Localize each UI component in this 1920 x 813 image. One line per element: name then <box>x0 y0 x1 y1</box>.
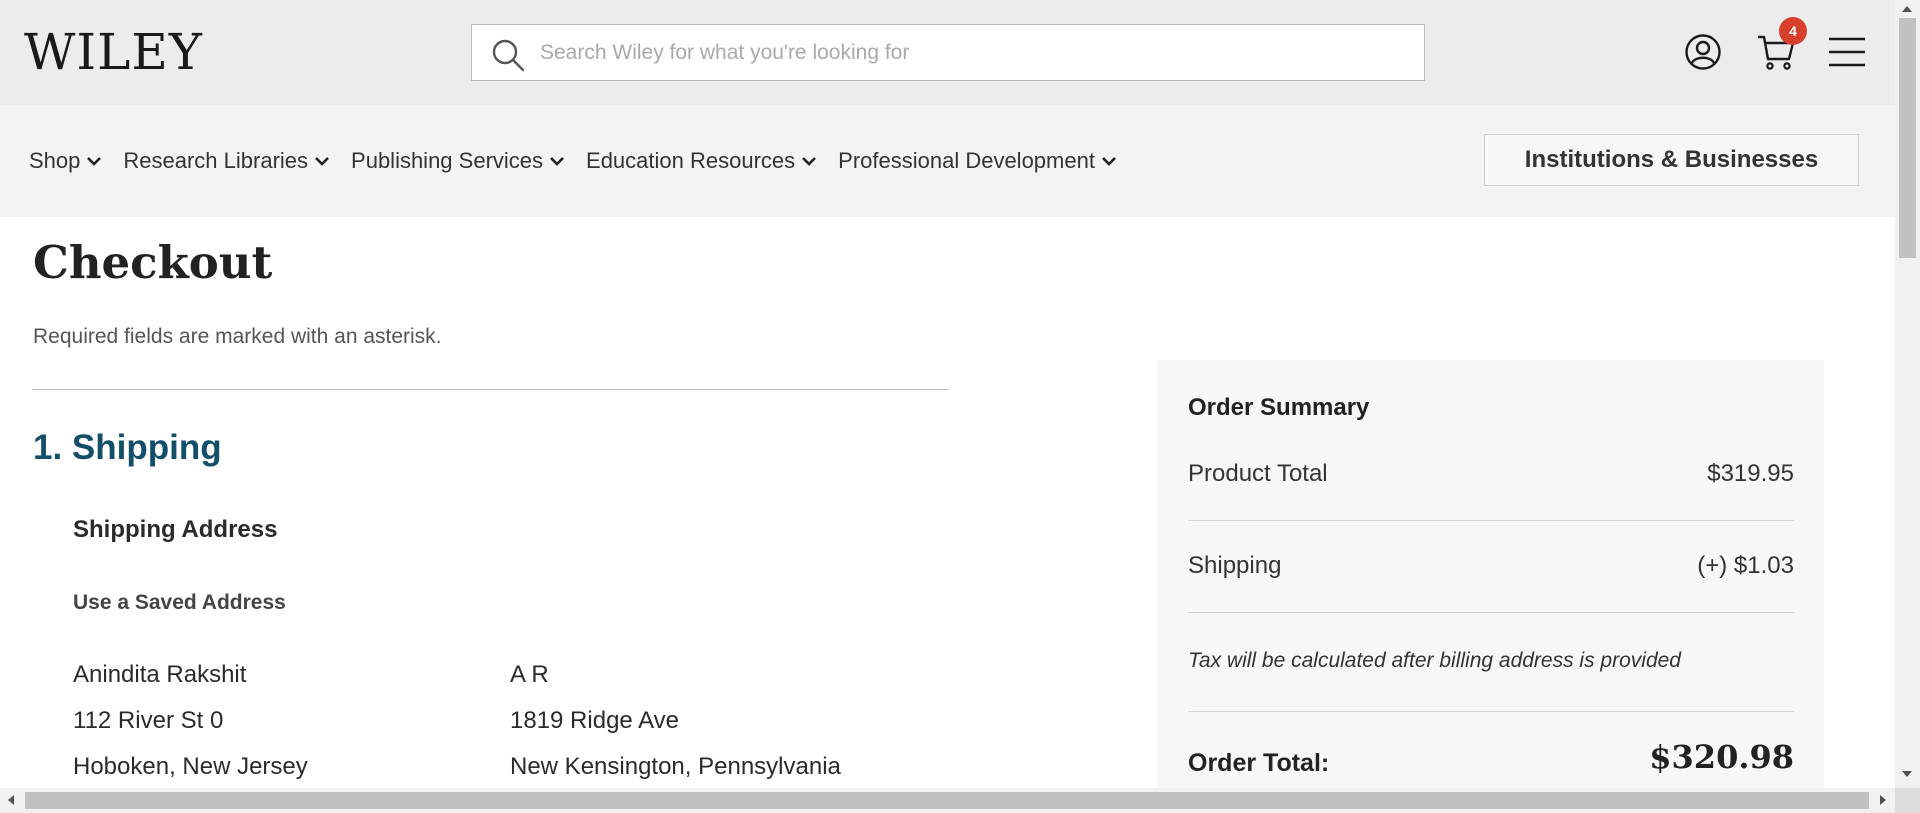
search-icon[interactable] <box>490 37 526 73</box>
summary-divider <box>1188 612 1794 613</box>
chevron-down-icon <box>315 157 329 166</box>
summary-divider <box>1188 520 1794 521</box>
top-header: WILEY 4 <box>0 0 1895 105</box>
divider <box>33 389 949 390</box>
chevron-down-icon <box>1102 157 1116 166</box>
product-total-value: $319.95 <box>1707 460 1794 487</box>
nav-item-publishing-services[interactable]: Publishing Services <box>351 148 565 174</box>
horizontal-scroll-thumb[interactable] <box>25 792 1869 809</box>
address-city: New Kensington, Pennsylvania <box>510 753 841 780</box>
search-input[interactable] <box>540 25 1410 80</box>
product-total-label: Product Total <box>1188 460 1328 487</box>
shipping-row: Shipping (+) $1.03 <box>1188 552 1794 580</box>
nav-item-label: Shop <box>29 148 81 173</box>
menu-icon[interactable] <box>1829 36 1865 68</box>
chevron-down-icon <box>550 157 564 166</box>
nav-item-label: Publishing Services <box>351 148 544 173</box>
address-street: 112 River St 0 <box>73 707 224 734</box>
address-name: Anindita Rakshit <box>73 661 247 688</box>
nav-item-label: Education Resources <box>586 148 796 173</box>
vertical-scroll-thumb[interactable] <box>1899 18 1916 258</box>
nav-item-education-resources[interactable]: Education Resources <box>586 148 817 174</box>
institutions-businesses-button[interactable]: Institutions & Businesses <box>1484 134 1859 186</box>
nav-item-professional-development[interactable]: Professional Development <box>838 148 1117 174</box>
nav-item-shop[interactable]: Shop <box>29 148 102 174</box>
scroll-right-arrow-icon[interactable] <box>1880 795 1886 805</box>
saved-address-card[interactable]: A R 1819 Ridge Ave New Kensington, Penns… <box>510 652 841 790</box>
chevron-down-icon <box>802 157 817 166</box>
saved-address-card[interactable]: Anindita Rakshit 112 River St 0 Hoboken,… <box>73 652 308 790</box>
horizontal-scrollbar[interactable] <box>0 788 1895 813</box>
search-box[interactable] <box>471 24 1425 81</box>
order-summary-title: Order Summary <box>1188 394 1370 421</box>
chevron-down-icon <box>87 157 102 166</box>
nav-item-research-libraries[interactable]: Research Libraries <box>123 148 330 174</box>
scroll-down-arrow-icon[interactable] <box>1902 771 1912 777</box>
main-nav: Shop Research Libraries Publishing Servi… <box>0 105 1895 217</box>
scroll-left-arrow-icon[interactable] <box>8 795 14 805</box>
page-title: Checkout <box>33 236 273 289</box>
order-total-label: Order Total: <box>1188 749 1330 777</box>
wiley-logo[interactable]: WILEY <box>24 24 203 80</box>
nav-item-label: Professional Development <box>838 148 1095 173</box>
cart-count-badge: 4 <box>1779 17 1807 45</box>
shipping-label: Shipping <box>1188 552 1282 579</box>
address-city: Hoboken, New Jersey <box>73 753 308 780</box>
scroll-up-arrow-icon[interactable] <box>1902 6 1912 12</box>
account-icon[interactable] <box>1684 33 1722 71</box>
address-street: 1819 Ridge Ave <box>510 707 680 734</box>
summary-divider <box>1188 711 1794 712</box>
product-total-row: Product Total $319.95 <box>1188 460 1794 488</box>
nav-item-label: Research Libraries <box>123 148 309 173</box>
address-name: A R <box>510 661 549 688</box>
tax-note: Tax will be calculated after billing add… <box>1188 649 1681 672</box>
vertical-scrollbar[interactable] <box>1895 0 1920 813</box>
required-fields-note: Required fields are marked with an aster… <box>33 325 442 348</box>
shipping-value: (+) $1.03 <box>1697 552 1794 579</box>
order-summary-panel: Order Summary Product Total $319.95 Ship… <box>1158 360 1824 800</box>
order-total-value: $320.98 <box>1649 738 1794 776</box>
shipping-step-heading: 1. Shipping <box>33 428 222 467</box>
shipping-address-heading: Shipping Address <box>73 516 278 543</box>
use-saved-address-link[interactable]: Use a Saved Address <box>73 591 286 615</box>
scrollbar-corner <box>1895 788 1920 813</box>
